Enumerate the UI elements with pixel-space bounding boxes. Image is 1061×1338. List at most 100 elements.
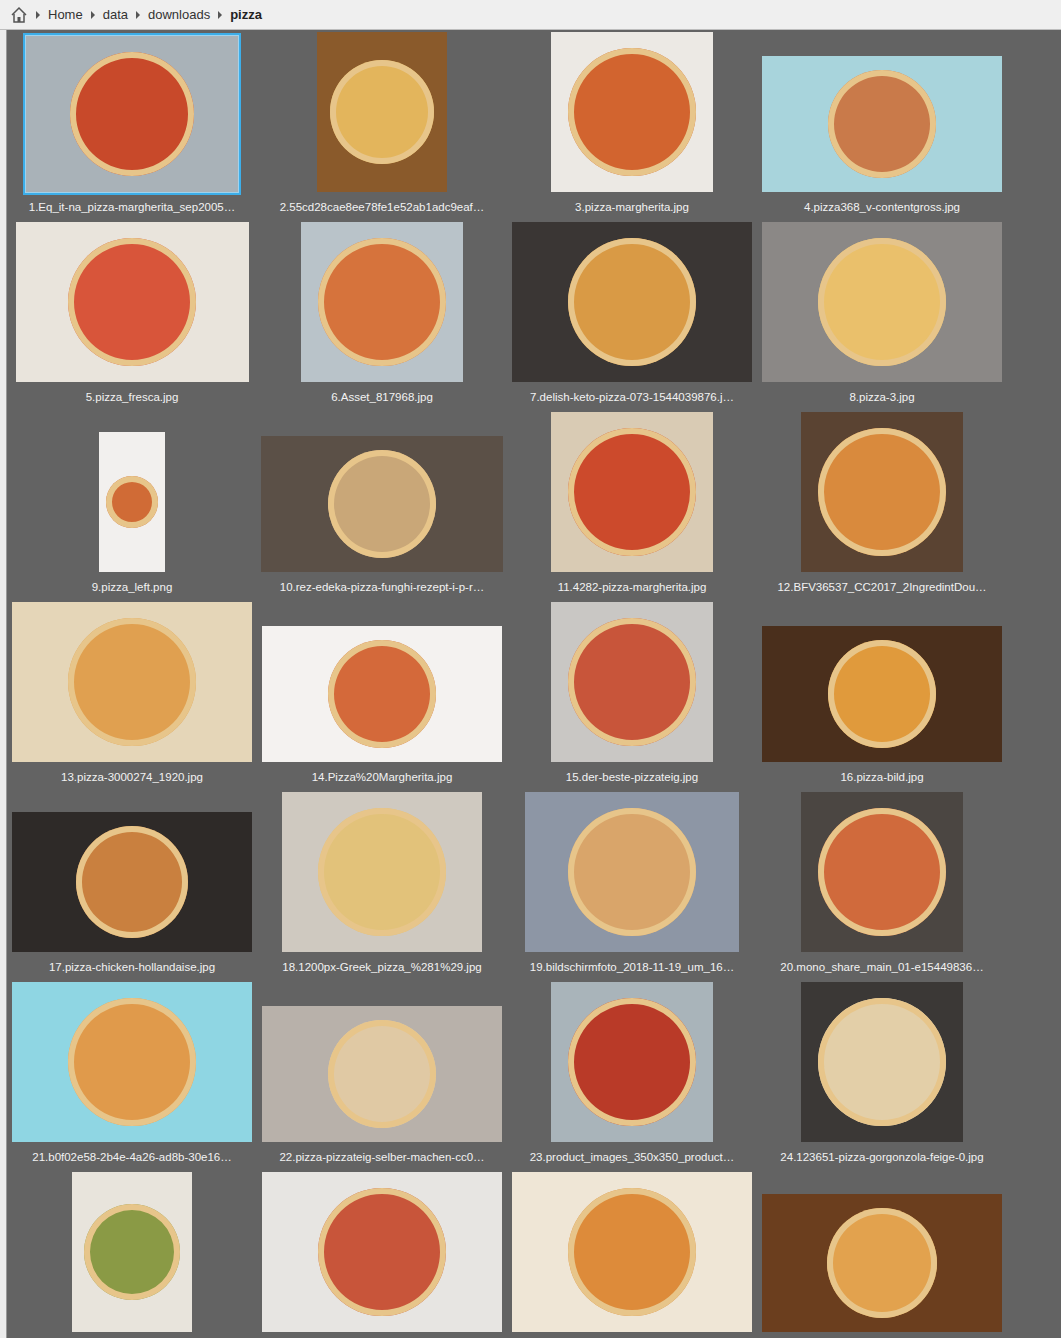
file-item[interactable]: 1.Eq_it-na_pizza-margherita_sep2005… xyxy=(7,31,257,221)
breadcrumb-item[interactable]: data xyxy=(103,5,128,25)
file-label[interactable]: 8.pizza-3.jpg xyxy=(757,389,1007,405)
photo xyxy=(762,56,1002,192)
thumbnail-frame xyxy=(548,979,716,1145)
file-item[interactable]: 20.mono_share_main_01-e15449836… xyxy=(757,791,1007,981)
photo xyxy=(551,412,713,572)
file-item[interactable]: 14.Pizza%20Margherita.jpg xyxy=(257,601,507,791)
file-item[interactable]: 4.pizza368_v-contentgross.jpg xyxy=(757,31,1007,221)
thumbnail-frame xyxy=(548,409,716,575)
file-item[interactable]: 18.1200px-Greek_pizza_%281%29.jpg xyxy=(257,791,507,981)
file-item[interactable] xyxy=(507,1171,757,1338)
file-label[interactable]: 5.pizza_fresca.jpg xyxy=(7,389,257,405)
file-label[interactable]: 11.4282-pizza-margherita.jpg xyxy=(507,579,757,595)
file-label[interactable]: 3.pizza-margherita.jpg xyxy=(507,199,757,215)
file-item[interactable]: 16.pizza-bild.jpg xyxy=(757,601,1007,791)
file-label[interactable]: 12.BFV36537_CC2017_2IngredintDou… xyxy=(757,579,1007,595)
file-item[interactable]: 7.delish-keto-pizza-073-1544039876.j… xyxy=(507,221,757,411)
breadcrumb-item[interactable]: downloads xyxy=(148,5,210,25)
photo xyxy=(512,222,752,382)
photo xyxy=(317,32,447,192)
file-label[interactable]: 6.Asset_817968.jpg xyxy=(257,389,507,405)
file-label[interactable]: 10.rez-edeka-pizza-funghi-rezept-i-p-r… xyxy=(257,579,507,595)
thumbnail-frame xyxy=(798,409,966,575)
file-label[interactable]: 14.Pizza%20Margherita.jpg xyxy=(257,769,507,785)
photo xyxy=(12,982,252,1142)
thumbnail-frame xyxy=(13,219,252,385)
thumbnail-frame xyxy=(259,1169,505,1335)
thumbnail-frame xyxy=(759,219,1005,385)
file-item[interactable]: 10.rez-edeka-pizza-funghi-rezept-i-p-r… xyxy=(257,411,507,601)
file-label[interactable]: 23.product_images_350x350_product… xyxy=(507,1149,757,1165)
breadcrumb-item[interactable]: pizza xyxy=(230,5,262,25)
thumbnail-frame xyxy=(759,623,1005,765)
photo xyxy=(16,222,249,382)
thumbnail-frame xyxy=(9,979,255,1145)
separator-icon xyxy=(134,10,142,20)
thumbnail-frame xyxy=(314,29,450,195)
photo xyxy=(12,602,252,762)
file-label[interactable]: 1.Eq_it-na_pizza-margherita_sep2005… xyxy=(7,199,257,215)
photo xyxy=(551,602,713,762)
photo xyxy=(512,1172,752,1332)
photo xyxy=(262,626,502,762)
file-label[interactable]: 9.pizza_left.png xyxy=(7,579,257,595)
photo xyxy=(762,1194,1002,1332)
file-item[interactable]: 6.Asset_817968.jpg xyxy=(257,221,507,411)
file-label[interactable]: 2.55cd28cae8ee78fe1e52ab1adc9eaf… xyxy=(257,199,507,215)
home-icon[interactable] xyxy=(10,6,28,24)
file-item[interactable]: 12.BFV36537_CC2017_2IngredintDou… xyxy=(757,411,1007,601)
thumbnail-frame xyxy=(759,1191,1005,1335)
file-item[interactable]: 13.pizza-3000274_1920.jpg xyxy=(7,601,257,791)
photo xyxy=(762,626,1002,762)
file-item[interactable]: 8.pizza-3.jpg xyxy=(757,221,1007,411)
thumbnail-frame xyxy=(548,29,716,195)
thumbnail-frame xyxy=(279,789,485,955)
file-item[interactable] xyxy=(257,1171,507,1338)
photo xyxy=(801,412,963,572)
file-label[interactable]: 17.pizza-chicken-hollandaise.jpg xyxy=(7,959,257,975)
file-item[interactable]: 22.pizza-pizzateig-selber-machen-cc0… xyxy=(257,981,507,1171)
photo xyxy=(261,436,503,572)
photo xyxy=(301,222,463,382)
file-item[interactable] xyxy=(7,1171,257,1338)
file-label[interactable]: 16.pizza-bild.jpg xyxy=(757,769,1007,785)
file-item[interactable]: 17.pizza-chicken-hollandaise.jpg xyxy=(7,791,257,981)
breadcrumb-bar: Home data downloads pizza xyxy=(0,0,1061,30)
thumbnail-frame xyxy=(96,429,168,575)
file-item[interactable]: 15.der-beste-pizzateig.jpg xyxy=(507,601,757,791)
file-label[interactable]: 24.123651-pizza-gorgonzola-feige-0.jpg xyxy=(757,1149,1007,1165)
file-label[interactable]: 18.1200px-Greek_pizza_%281%29.jpg xyxy=(257,959,507,975)
file-label[interactable]: 13.pizza-3000274_1920.jpg xyxy=(7,769,257,785)
photo xyxy=(762,222,1002,382)
file-item[interactable]: 19.bildschirmfoto_2018-11-19_um_16… xyxy=(507,791,757,981)
file-item[interactable]: 2.55cd28cae8ee78fe1e52ab1adc9eaf… xyxy=(257,31,507,221)
photo xyxy=(525,792,739,952)
file-label[interactable]: 7.delish-keto-pizza-073-1544039876.j… xyxy=(507,389,757,405)
thumbnail-frame xyxy=(509,219,755,385)
file-item[interactable]: 5.pizza_fresca.jpg xyxy=(7,221,257,411)
photo xyxy=(551,982,713,1142)
thumbnail-frame xyxy=(298,219,466,385)
photo xyxy=(801,982,963,1142)
thumbnail-grid: 1.Eq_it-na_pizza-margherita_sep2005…2.55… xyxy=(7,30,1007,1338)
thumbnail-frame xyxy=(798,789,966,955)
file-label[interactable]: 4.pizza368_v-contentgross.jpg xyxy=(757,199,1007,215)
thumbnail-frame xyxy=(259,1003,505,1145)
breadcrumb-item[interactable]: Home xyxy=(48,5,83,25)
file-label[interactable]: 15.der-beste-pizzateig.jpg xyxy=(507,769,757,785)
file-label[interactable]: 21.b0f02e58-2b4e-4a26-ad8b-30e16… xyxy=(7,1149,257,1165)
file-item[interactable]: 21.b0f02e58-2b4e-4a26-ad8b-30e16… xyxy=(7,981,257,1171)
file-item[interactable]: 3.pizza-margherita.jpg xyxy=(507,31,757,221)
file-item[interactable]: 9.pizza_left.png xyxy=(7,411,257,601)
file-item[interactable] xyxy=(757,1171,1007,1338)
file-item[interactable]: 23.product_images_350x350_product… xyxy=(507,981,757,1171)
photo xyxy=(801,792,963,952)
photo xyxy=(551,32,713,192)
file-label[interactable]: 22.pizza-pizzateig-selber-machen-cc0… xyxy=(257,1149,507,1165)
photo xyxy=(12,812,252,952)
file-item[interactable]: 24.123651-pizza-gorgonzola-feige-0.jpg xyxy=(757,981,1007,1171)
file-item[interactable]: 11.4282-pizza-margherita.jpg xyxy=(507,411,757,601)
file-label[interactable]: 20.mono_share_main_01-e15449836… xyxy=(757,959,1007,975)
separator-icon xyxy=(34,10,42,20)
file-label[interactable]: 19.bildschirmfoto_2018-11-19_um_16… xyxy=(507,959,757,975)
